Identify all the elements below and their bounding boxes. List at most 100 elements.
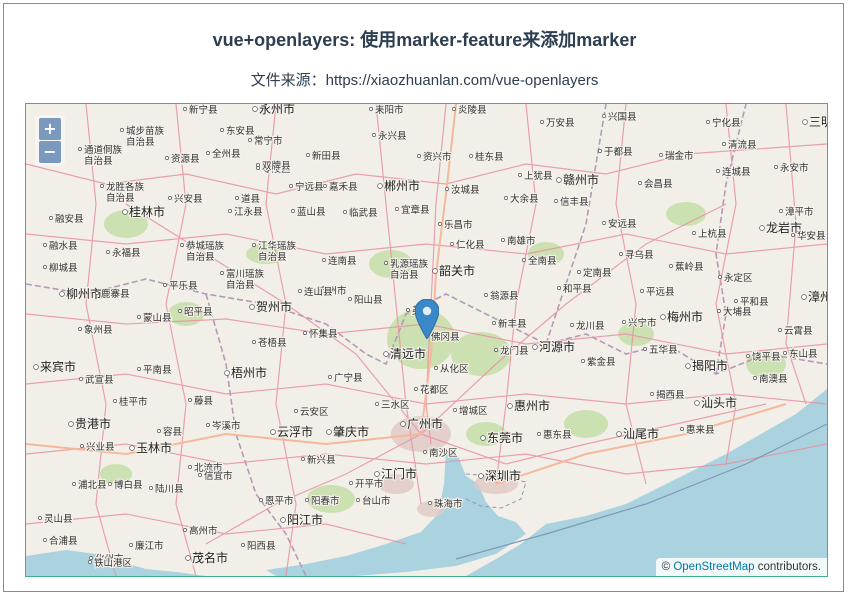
place-label: 珠海市 xyxy=(434,498,463,510)
place-label: 新兴县 xyxy=(307,454,336,466)
place-dot xyxy=(252,106,258,112)
place-dot xyxy=(557,286,561,290)
place-label: 宁远县 xyxy=(295,181,324,193)
place-label: 汝城县 xyxy=(451,184,480,196)
place-label: 上杭县 xyxy=(698,228,727,240)
place-label: 惠东县 xyxy=(543,429,572,441)
place-dot xyxy=(753,376,757,380)
place-dot xyxy=(540,120,544,124)
place-dot xyxy=(256,163,260,167)
place-label: 江门市 xyxy=(381,466,417,481)
place-dot xyxy=(323,184,327,188)
place-label: 寻乌县 xyxy=(625,249,654,261)
place-label: 云浮市 xyxy=(277,424,313,439)
place-label: 东安县 xyxy=(226,125,255,137)
place-label: 惠州市 xyxy=(514,398,550,413)
place-label: 武宣县 xyxy=(85,374,114,386)
zoom-in-button[interactable]: + xyxy=(39,118,61,140)
place-dot xyxy=(369,107,373,111)
place-label: 桂平市 xyxy=(119,396,148,408)
place-label: 城步苗族自治县 xyxy=(126,125,165,148)
place-label: 瑞金市 xyxy=(665,150,694,162)
place-dot xyxy=(802,119,808,125)
place-dot xyxy=(33,364,39,370)
place-dot xyxy=(640,289,644,293)
place-dot xyxy=(680,427,684,431)
place-dot xyxy=(228,209,232,213)
place-dot xyxy=(122,209,128,215)
place-label: 华安县 xyxy=(797,230,826,242)
place-dot xyxy=(734,299,738,303)
place-dot xyxy=(43,265,47,269)
place-label: 阳江市 xyxy=(287,512,323,527)
place-dot xyxy=(43,538,47,542)
place-label: 南沙区 xyxy=(429,447,458,459)
place-label: 全州县 xyxy=(212,148,241,160)
place-label: 恭城瑶族自治县 xyxy=(186,240,225,263)
place-label: 永福县 xyxy=(112,247,141,259)
place-dot xyxy=(95,291,99,295)
place-dot xyxy=(348,297,352,301)
place-label: 永定区 xyxy=(724,272,753,284)
place-label: 三明市 xyxy=(809,114,827,129)
place-dot xyxy=(746,354,750,358)
place-label: 于都县 xyxy=(604,147,633,158)
place-label: 昭平县 xyxy=(184,307,213,318)
place-label: 象州县 xyxy=(84,324,113,336)
place-dot xyxy=(453,408,457,412)
place-dot xyxy=(129,445,135,451)
place-label: 云安区 xyxy=(300,406,329,418)
place-dot xyxy=(49,216,53,220)
place-label: 台山市 xyxy=(362,495,391,507)
place-dot xyxy=(343,210,347,214)
place-dot xyxy=(692,231,696,235)
place-dot xyxy=(638,181,642,185)
place-dot xyxy=(188,465,192,469)
place-label: 韶关市 xyxy=(439,263,475,278)
place-label: 双牌县 xyxy=(262,160,291,172)
place-dot xyxy=(759,225,765,231)
place-dot xyxy=(659,153,663,157)
place-dot xyxy=(778,328,782,332)
place-label: 廉江市 xyxy=(135,540,164,552)
place-dot xyxy=(294,409,298,413)
place-label: 开平市 xyxy=(355,478,384,490)
map-tiles: 新宁县 永州市 耒阳市 炎陵县万安县 兴国县 宁化县 三明市城步苗族自治县 东安县常宁市 永兴县… xyxy=(26,104,827,576)
place-label: 灵山县 xyxy=(44,514,73,525)
map-marker-icon[interactable] xyxy=(415,299,439,339)
place-dot xyxy=(450,242,454,246)
place-label: 江永县 xyxy=(234,206,263,218)
place-dot xyxy=(78,327,82,331)
map-viewport[interactable]: 新宁县 永州市 耒阳市 炎陵县万安县 兴国县 宁化县 三明市城步苗族自治县 东安县常宁市 永兴县… xyxy=(25,103,828,577)
place-dot xyxy=(241,543,245,547)
place-dot xyxy=(722,142,726,146)
place-dot xyxy=(383,351,389,357)
place-dot xyxy=(235,196,239,200)
place-label: 博白县 xyxy=(114,479,143,491)
place-dot xyxy=(305,498,309,502)
place-dot xyxy=(80,444,84,448)
place-dot xyxy=(622,320,626,324)
place-label: 安远县 xyxy=(608,218,637,230)
place-dot xyxy=(349,481,353,485)
place-label: 贵港市 xyxy=(75,416,111,431)
place-label: 龙川县 xyxy=(576,320,605,332)
place-label: 通道侗族自治县 xyxy=(84,144,123,167)
place-dot xyxy=(518,173,522,177)
place-label: 苍梧县 xyxy=(258,337,287,349)
place-dot xyxy=(59,291,65,297)
place-dot xyxy=(717,309,721,313)
source-line: 文件来源：https://xiaozhuanlan.com/vue-openla… xyxy=(250,72,599,89)
place-dot xyxy=(79,377,83,381)
place-label: 怀集县 xyxy=(309,328,338,340)
place-label: 阳西县 xyxy=(247,541,276,552)
place-dot xyxy=(619,252,623,256)
zoom-out-button[interactable]: − xyxy=(39,141,61,163)
place-dot xyxy=(88,560,92,564)
place-label: 道县 xyxy=(241,193,260,205)
place-dot xyxy=(501,238,505,242)
place-label: 郴州市 xyxy=(384,178,420,193)
place-dot xyxy=(432,268,438,274)
place-dot xyxy=(374,471,380,477)
openstreetmap-link[interactable]: OpenStreetMap xyxy=(673,561,754,573)
